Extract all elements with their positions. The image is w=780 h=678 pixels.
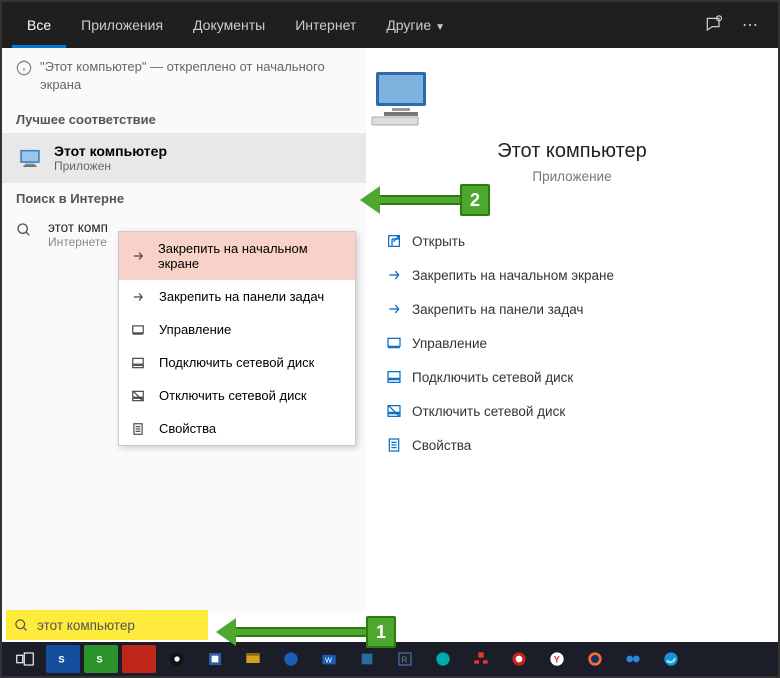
tab-all[interactable]: Все: [12, 2, 66, 48]
search-icon: [16, 222, 38, 238]
action-connect-drive[interactable]: Подключить сетевой диск: [380, 360, 764, 394]
ctx-properties[interactable]: Свойства: [119, 412, 355, 445]
properties-icon: [386, 437, 412, 453]
netdrive-off-icon: [386, 403, 412, 419]
taskbar-app[interactable]: [502, 645, 536, 673]
more-icon[interactable]: ⋯: [742, 15, 758, 35]
context-menu: Закрепить на начальном экране Закрепить …: [118, 231, 356, 446]
properties-icon: [131, 422, 153, 436]
best-match-result[interactable]: Этот компьютер Приложен: [2, 133, 366, 183]
web-search-header: Поиск в Интерне: [2, 183, 366, 212]
taskbar-search-input[interactable]: этот компьютер: [6, 610, 208, 640]
tab-apps[interactable]: Приложения: [66, 2, 178, 48]
action-label: Отключить сетевой диск: [412, 404, 565, 419]
best-match-header: Лучшее соответствие: [2, 104, 366, 133]
ctx-pin-start[interactable]: Закрепить на начальном экране: [119, 232, 355, 280]
web-sub: Интернете: [48, 235, 108, 249]
ctx-label: Управление: [159, 322, 231, 337]
search-tabs: Все Приложения Документы Интернет Другие…: [2, 2, 778, 48]
svg-text:W: W: [325, 655, 332, 664]
feedback-icon[interactable]: [704, 15, 724, 35]
callout-2: 2: [360, 184, 490, 216]
pin-icon: [386, 301, 412, 317]
callout-number: 1: [366, 616, 396, 648]
taskbar-app[interactable]: [198, 645, 232, 673]
info-icon: [16, 60, 32, 94]
preview-pane: Этот компьютер Приложение Открыть Закреп…: [366, 48, 778, 613]
action-manage[interactable]: Управление: [380, 326, 764, 360]
ctx-disconnect-drive[interactable]: Отключить сетевой диск: [119, 379, 355, 412]
open-icon: [386, 233, 412, 249]
notice: "Этот компьютер" — откреплено от начальн…: [2, 48, 366, 104]
action-label: Закрепить на начальном экране: [412, 268, 614, 283]
action-label: Управление: [412, 336, 487, 351]
taskbar-app[interactable]: [578, 645, 612, 673]
result-title: Этот компьютер: [54, 143, 167, 159]
web-title: этот комп: [48, 220, 108, 235]
ctx-label: Закрепить на начальном экране: [158, 241, 343, 271]
action-label: Подключить сетевой диск: [412, 370, 573, 385]
pin-icon: [131, 290, 153, 304]
action-label: Открыть: [412, 234, 465, 249]
callout-1: 1: [216, 616, 396, 648]
ctx-pin-taskbar[interactable]: Закрепить на панели задач: [119, 280, 355, 313]
chevron-down-icon: ▼: [435, 22, 445, 33]
manage-icon: [386, 335, 412, 351]
action-label: Свойства: [412, 438, 471, 453]
taskbar-app[interactable]: Y: [540, 645, 574, 673]
taskbar-app[interactable]: [160, 645, 194, 673]
preview-title: Этот компьютер: [366, 140, 778, 163]
taskbar-app[interactable]: S: [84, 645, 118, 673]
tab-other[interactable]: Другие▼: [371, 2, 460, 48]
taskbar-app[interactable]: [274, 645, 308, 673]
action-pin-taskbar[interactable]: Закрепить на панели задач: [380, 292, 764, 326]
action-label: Закрепить на панели задач: [412, 302, 583, 317]
netdrive-off-icon: [131, 389, 153, 403]
taskbar-app[interactable]: [426, 645, 460, 673]
ctx-label: Закрепить на панели задач: [159, 289, 324, 304]
pin-icon: [131, 249, 152, 263]
netdrive-icon: [131, 356, 153, 370]
notice-text: "Этот компьютер" — откреплено от начальн…: [40, 58, 352, 94]
taskbar-app[interactable]: [122, 645, 156, 673]
action-pin-start[interactable]: Закрепить на начальном экране: [380, 258, 764, 292]
ctx-manage[interactable]: Управление: [119, 313, 355, 346]
callout-number: 2: [460, 184, 490, 216]
preview-sub: Приложение: [366, 169, 778, 184]
ctx-label: Отключить сетевой диск: [159, 388, 307, 403]
preview-this-pc-icon: [366, 68, 778, 128]
ctx-connect-drive[interactable]: Подключить сетевой диск: [119, 346, 355, 379]
tab-documents[interactable]: Документы: [178, 2, 280, 48]
pin-icon: [386, 267, 412, 283]
taskbar-app[interactable]: [654, 645, 688, 673]
svg-text:R: R: [402, 655, 408, 664]
tab-internet[interactable]: Интернет: [280, 2, 371, 48]
result-sub: Приложен: [54, 159, 167, 173]
action-properties[interactable]: Свойства: [380, 428, 764, 462]
svg-text:S: S: [58, 654, 64, 664]
taskbar-app[interactable]: [464, 645, 498, 673]
netdrive-icon: [386, 369, 412, 385]
this-pc-icon: [16, 144, 44, 172]
search-value: этот компьютер: [37, 618, 135, 633]
svg-text:S: S: [96, 654, 102, 664]
taskview-icon[interactable]: [8, 645, 42, 673]
action-disconnect-drive[interactable]: Отключить сетевой диск: [380, 394, 764, 428]
search-icon: [14, 618, 29, 633]
ctx-label: Свойства: [159, 421, 216, 436]
taskbar-app[interactable]: R: [388, 645, 422, 673]
svg-text:Y: Y: [554, 654, 561, 664]
manage-icon: [131, 323, 153, 337]
action-open[interactable]: Открыть: [380, 224, 764, 258]
taskbar-app[interactable]: S: [46, 645, 80, 673]
taskbar-app[interactable]: [616, 645, 650, 673]
taskbar-app[interactable]: [350, 645, 384, 673]
ctx-label: Подключить сетевой диск: [159, 355, 314, 370]
taskbar-app[interactable]: W: [312, 645, 346, 673]
taskbar-app[interactable]: [236, 645, 270, 673]
left-pane: "Этот компьютер" — откреплено от начальн…: [2, 48, 366, 613]
